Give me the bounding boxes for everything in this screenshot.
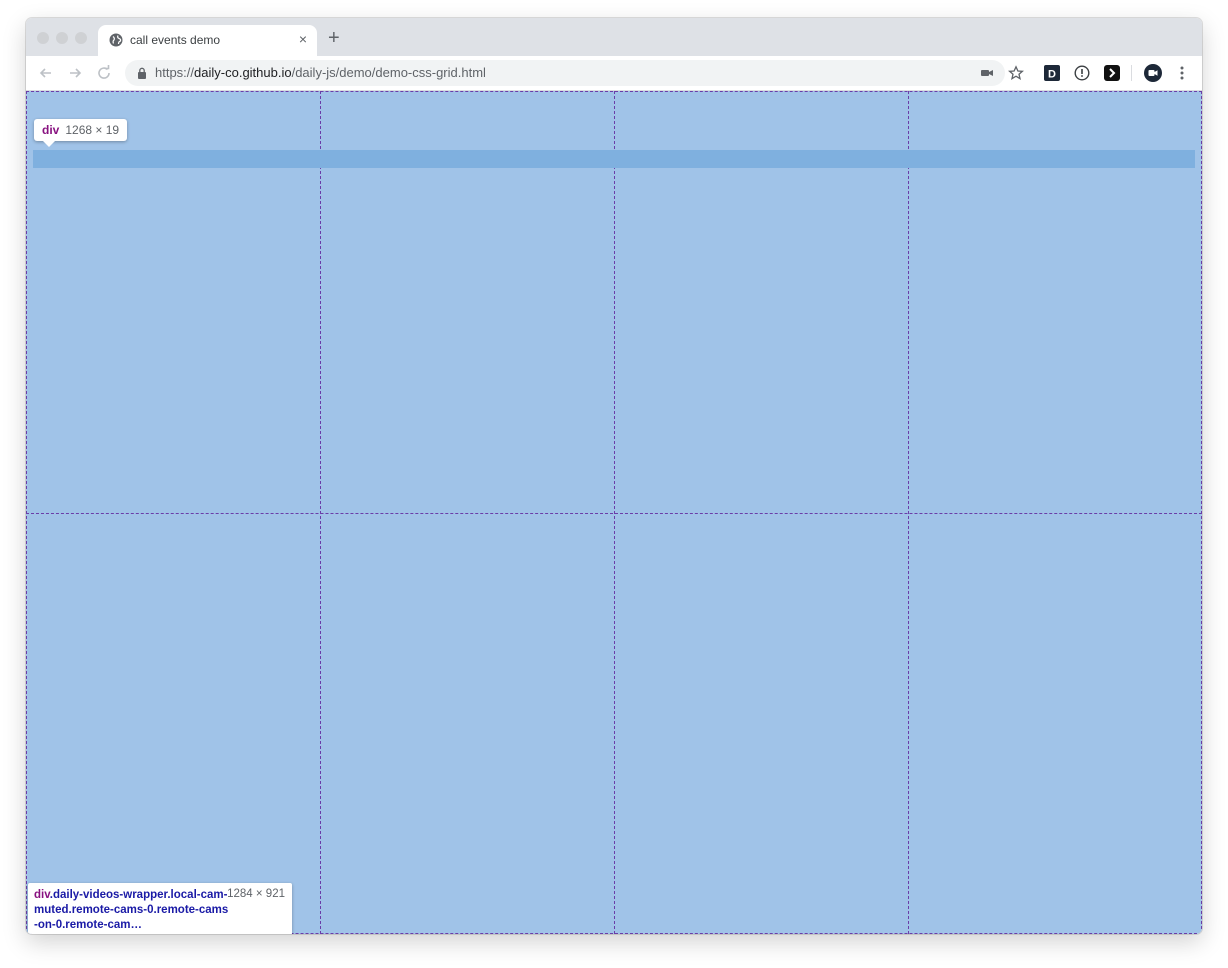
arrow-extension-icon[interactable] [1104,65,1120,81]
tooltip-tag: div [42,123,60,137]
toolbar-divider [1131,65,1132,81]
inspect-tooltip-div: div 1268 × 19 [34,119,128,147]
tooltip-size: 1268 × 19 [65,123,120,137]
profile-avatar-icon[interactable] [1144,64,1162,82]
tab-strip: call events demo × + [26,18,1202,56]
globe-icon [109,33,123,47]
tooltip-wrapper-size: 1284 × 921 [227,888,285,900]
svg-text:D: D [1048,69,1056,81]
inspect-tooltip-wrapper: div.daily-videos-wrapper.local-cam-muted… [28,883,292,934]
camera-icon[interactable] [980,66,994,80]
reload-icon[interactable] [94,63,114,83]
tooltip-selector: div.daily-videos-wrapper.local-cam-muted… [34,888,230,933]
info-extension-icon[interactable] [1074,65,1090,81]
browser-window: call events demo × + https://daily-co.gi… [26,18,1202,934]
url-text: https://daily-co.github.io/daily-js/demo… [155,65,486,80]
highlighted-div [33,150,1195,168]
close-window-button[interactable] [37,32,49,44]
back-arrow-icon[interactable] [36,63,56,83]
tab-close-icon[interactable]: × [299,32,307,46]
new-tab-button[interactable]: + [328,28,340,48]
page-viewport: div 1268 × 19 div.daily-videos-wrapper.lo… [26,91,1202,934]
grid-row-line [26,513,1202,514]
star-icon[interactable] [1008,65,1024,81]
tab-call-events-demo[interactable]: call events demo × [98,25,317,56]
kebab-menu-icon[interactable] [1174,65,1190,81]
browser-toolbar: https://daily-co.github.io/daily-js/demo… [26,56,1202,91]
tab-title: call events demo [130,33,221,47]
minimize-window-button[interactable] [56,32,68,44]
tooltip-selector-classes: .daily-videos-wrapper.local-cam-muted.re… [34,889,229,931]
url-scheme: https:// [155,65,195,80]
d-extension-icon[interactable]: D [1044,65,1060,81]
address-bar[interactable]: https://daily-co.github.io/daily-js/demo… [125,60,1005,86]
forward-arrow-icon[interactable] [65,63,85,83]
zoom-window-button[interactable] [75,32,87,44]
lock-icon [138,67,146,79]
tooltip-selector-tag: div [34,889,50,901]
url-path: /daily-js/demo/demo-css-grid.html [291,65,486,80]
url-host: daily-co.github.io [194,65,292,80]
